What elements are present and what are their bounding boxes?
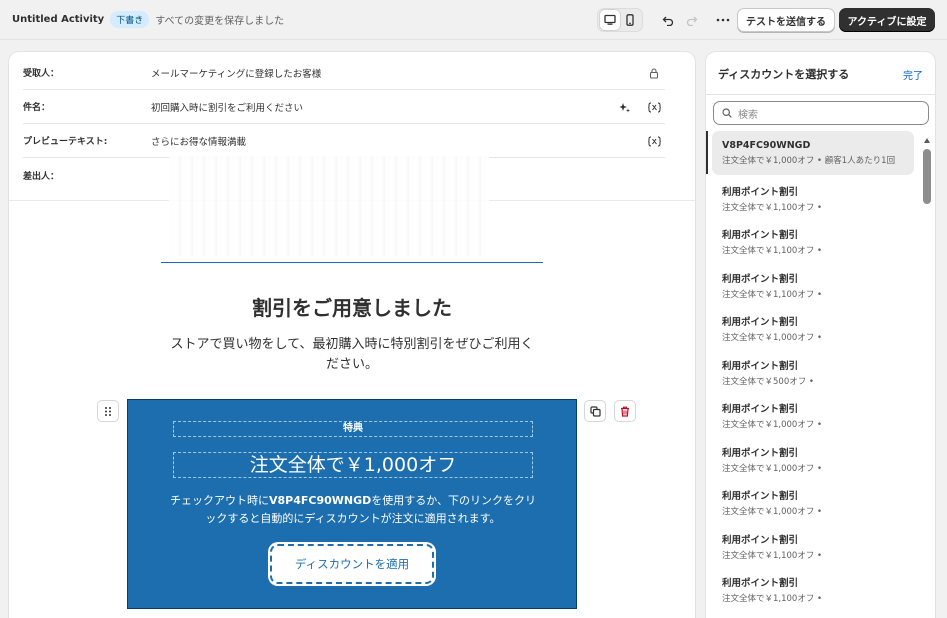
preview-value[interactable]: さらにお得な情報満載 xyxy=(151,134,665,148)
discount-item[interactable]: 利用ポイント割引 注文全体で￥1,100オフ • xyxy=(706,218,921,262)
discount-item-title: 利用ポイント割引 xyxy=(722,186,799,198)
discount-item-title: 利用ポイント割引 xyxy=(722,317,799,328)
duplicate-icon xyxy=(589,405,601,417)
discount-item-desc: 注文全体で￥1,100オフ • xyxy=(722,202,823,213)
subject-value[interactable]: 初回購入時に割引をご利用ください xyxy=(151,100,665,114)
discount-item-desc: 注文全体で￥1,000オフ • xyxy=(722,420,823,430)
done-button[interactable]: 完了 xyxy=(903,67,923,82)
discount-item-selected[interactable]: V8P4FC90WNGD 注文全体で￥1,000オフ • 顧客1人あたり1回 xyxy=(706,131,914,175)
activate-button[interactable]: アクティブに設定 xyxy=(839,8,935,32)
promo-label[interactable]: 特典 xyxy=(173,421,533,437)
discount-item[interactable]: 利用ポイント割引 注文全体で￥1,000オフ • xyxy=(706,479,921,523)
recipient-label: 受取人： xyxy=(23,69,60,79)
view-toggle xyxy=(597,8,643,32)
discount-item-title: 利用ポイント割引 xyxy=(722,534,799,546)
activity-title[interactable]: Untitled Activity xyxy=(12,14,104,25)
apply-discount-button[interactable]: ディスカウントを適用 xyxy=(270,544,434,584)
discount-item[interactable]: 利用ポイント割引 注文全体で￥1,000オフ • xyxy=(706,436,921,480)
recipient-field[interactable]: 受取人： メールマーケティングに登録したお客様 xyxy=(23,56,665,90)
subject-field[interactable]: 件名： 初回購入時に割引をご利用ください xyxy=(23,90,665,124)
search-icon xyxy=(722,108,732,118)
discount-item-desc: 注文全体で￥1,100オフ • xyxy=(722,289,823,300)
discount-item-desc: 注文全体で￥1,000オフ • xyxy=(722,333,823,343)
subject-label: 件名： xyxy=(23,103,51,113)
discount-item-desc: 注文全体で￥1,000オフ • xyxy=(722,507,823,517)
panel-title: ディスカウントを選択する xyxy=(718,68,850,81)
undo-button[interactable] xyxy=(658,10,678,30)
lock-icon xyxy=(647,66,661,80)
mobile-view-button[interactable] xyxy=(620,10,640,30)
mobile-icon xyxy=(626,14,634,26)
promo-desc-prefix: チェックアウト時に xyxy=(169,494,269,507)
discount-item[interactable]: 利用ポイント割引 注文全体で￥1,000オフ • xyxy=(706,392,921,436)
discount-item-title: V8P4FC90WNGD xyxy=(722,140,811,151)
discount-item-title: 利用ポイント割引 xyxy=(722,404,799,415)
discount-panel: ディスカウントを選択する 完了 検索 V8P4FC90WNGD 注文全体で￥1,… xyxy=(706,52,935,618)
discount-block[interactable]: 特典 注文全体で￥1,000オフ チェックアウト時にV8P4FC90WNGDを使… xyxy=(127,399,577,609)
preview-label: プレビューテキスト: xyxy=(23,137,108,147)
search-placeholder: 検索 xyxy=(738,109,758,121)
discount-item-desc: 注文全体で￥1,100オフ • xyxy=(722,246,823,256)
drag-handle-button[interactable] xyxy=(97,400,119,422)
panel-divider xyxy=(706,94,935,95)
search-input[interactable]: 検索 xyxy=(713,101,929,125)
email-heading[interactable]: 割引をご用意しました xyxy=(9,292,695,321)
discount-item-desc: 注文全体で￥500オフ • xyxy=(722,376,814,387)
scrollbar-thumb[interactable] xyxy=(923,149,931,204)
variable-icon[interactable] xyxy=(647,100,661,114)
more-icon xyxy=(716,18,730,22)
redo-button[interactable] xyxy=(682,10,702,30)
discount-item-title: 利用ポイント割引 xyxy=(722,578,799,589)
discount-item[interactable]: 利用ポイント割引 注文全体で￥500オフ • xyxy=(706,349,921,393)
discount-item[interactable]: 利用ポイント割引 注文全体で￥1,000オフ • xyxy=(706,305,921,349)
discount-item-desc: 注文全体で￥1,100オフ • xyxy=(722,594,823,604)
variable-icon[interactable] xyxy=(647,134,661,148)
duplicate-button[interactable] xyxy=(584,400,606,422)
discount-item-title: 利用ポイント割引 xyxy=(722,491,799,502)
scroll-up-arrow[interactable] xyxy=(924,138,930,143)
discount-item[interactable]: 利用ポイント割引 注文全体で￥1,100オフ • xyxy=(706,175,921,219)
sender-label: 差出人： xyxy=(23,171,60,182)
recipient-value: メールマーケティングに登録したお客様 xyxy=(151,68,322,80)
redo-icon xyxy=(686,16,698,26)
sparkle-icon[interactable] xyxy=(617,100,631,114)
drag-handle-icon xyxy=(105,406,111,416)
send-test-button[interactable]: テストを送信する xyxy=(737,8,835,32)
email-subtext[interactable]: ストアで買い物をして、最初購入時に特別割引をぜひご利用ください。 xyxy=(169,335,535,375)
undo-icon xyxy=(662,16,674,26)
preview-text-field[interactable]: プレビューテキスト: さらにお得な情報満載 xyxy=(23,124,665,158)
trash-icon xyxy=(621,406,629,417)
promo-code: V8P4FC90WNGD xyxy=(268,494,372,507)
status-badge: 下書き xyxy=(110,11,150,28)
email-editor: 受取人： メールマーケティングに登録したお客様 件名： 初回購入時に割引をご利用… xyxy=(9,52,695,618)
email-top-rule xyxy=(161,262,543,263)
promo-description[interactable]: チェックアウト時にV8P4FC90WNGDを使用するか、下のリンクをクリックする… xyxy=(168,492,538,528)
discount-item[interactable]: 利用ポイント割引 注文全体で￥1,100オフ • xyxy=(706,523,921,567)
discount-item-desc: 注文全体で￥1,000オフ • 顧客1人あたり1回 xyxy=(722,156,896,166)
discount-item-desc: 注文全体で￥1,100オフ • xyxy=(722,550,823,561)
save-status: すべての変更を保存しました xyxy=(155,16,285,27)
discount-item[interactable]: 利用ポイント割引 注文全体で￥1,100オフ • xyxy=(706,262,921,306)
delete-button[interactable] xyxy=(614,400,636,422)
discount-item-title: 利用ポイント割引 xyxy=(722,447,799,459)
discount-item-desc: 注文全体で￥1,000オフ • xyxy=(722,463,823,474)
promo-title[interactable]: 注文全体で￥1,000オフ xyxy=(173,452,533,478)
discount-item[interactable]: 利用ポイント割引 注文全体で￥1,100オフ • xyxy=(706,566,921,610)
discount-item-title: 利用ポイント割引 xyxy=(722,273,799,285)
top-bar: Untitled Activity 下書き すべての変更を保存しました テストを… xyxy=(0,0,947,40)
desktop-view-button[interactable] xyxy=(600,10,620,30)
desktop-icon xyxy=(604,14,616,25)
more-actions-button[interactable] xyxy=(713,10,733,30)
redacted-area xyxy=(169,156,489,256)
discount-list: V8P4FC90WNGD 注文全体で￥1,000オフ • 顧客1人あたり1回 利… xyxy=(706,131,921,610)
discount-item-title: 利用ポイント割引 xyxy=(722,230,799,241)
discount-item-title: 利用ポイント割引 xyxy=(722,360,799,372)
